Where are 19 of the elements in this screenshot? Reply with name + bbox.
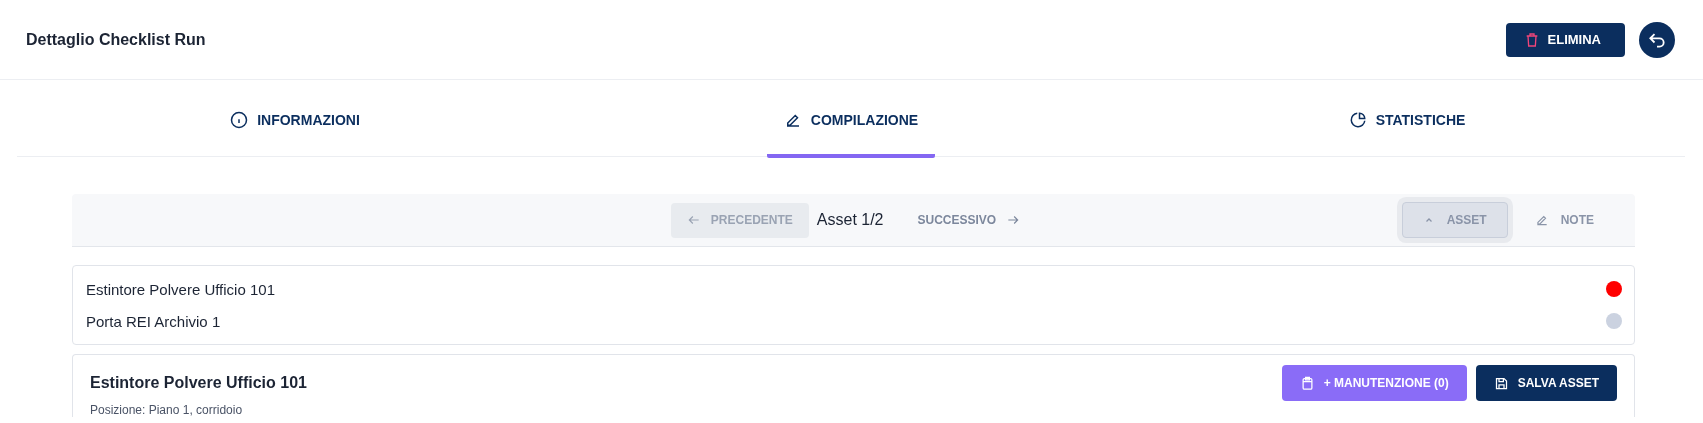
info-icon bbox=[230, 111, 249, 129]
location-text: Posizione: Piano 1, corridoio bbox=[90, 403, 244, 417]
asset-title: Estintore Polvere Ufficio 101 bbox=[90, 374, 307, 392]
tab[interactable]: COMPILAZIONE bbox=[767, 86, 935, 158]
save-asset-button[interactable]: SALVA ASSET bbox=[1475, 365, 1617, 401]
add-maintenance-button[interactable]: + MANUTENZIONE (0) bbox=[1281, 365, 1467, 401]
asset-list-item[interactable]: Porta REI Archivio 1 bbox=[86, 312, 221, 330]
tab[interactable]: INFORMAZIONI bbox=[211, 86, 379, 158]
arrow-left-icon bbox=[686, 213, 701, 227]
page-title: Dettaglio Checklist Run bbox=[26, 30, 207, 49]
arrow-right-icon bbox=[1006, 213, 1021, 227]
delete-button[interactable]: ELIMINA bbox=[1505, 22, 1625, 57]
pencil-icon bbox=[1534, 213, 1549, 227]
tab[interactable]: STATISTICHE bbox=[1323, 86, 1491, 158]
asset-list-item[interactable]: Estintore Polvere Ufficio 101 bbox=[86, 280, 275, 298]
back-button[interactable] bbox=[1639, 21, 1675, 58]
asset-counter: Asset 1/2 bbox=[816, 211, 884, 229]
clipboard-icon bbox=[1299, 375, 1315, 391]
pie-chart-icon bbox=[1348, 111, 1367, 129]
